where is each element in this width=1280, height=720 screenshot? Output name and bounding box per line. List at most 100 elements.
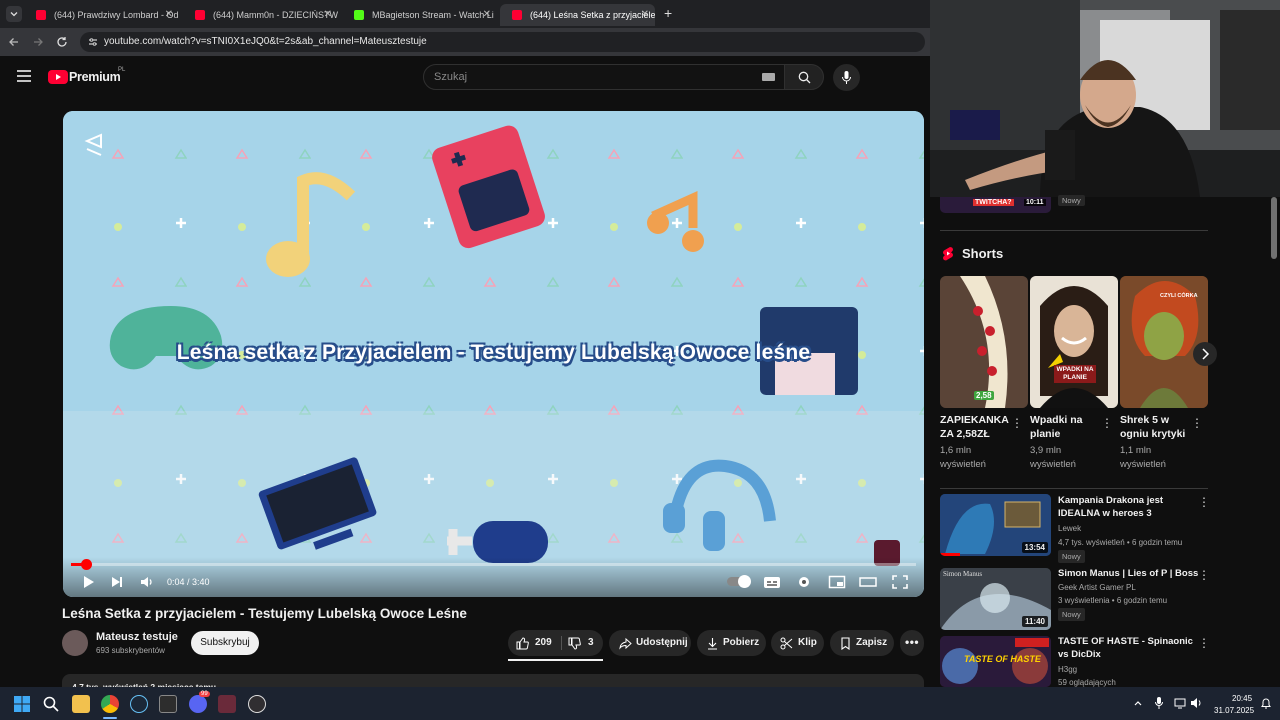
short-2-title[interactable]: Wpadki na planie: [1030, 413, 1102, 441]
download-button[interactable]: Pobierz: [697, 630, 766, 656]
browser-tab-2[interactable]: (644) Mamm0n - DZIECIŃSTWO ✕: [183, 4, 338, 26]
fullscreen-icon[interactable]: [891, 574, 909, 590]
volume-icon[interactable]: [138, 574, 156, 590]
share-button[interactable]: Udostępnij: [609, 630, 691, 656]
save-button[interactable]: Zapisz: [830, 630, 894, 656]
site-info-icon[interactable]: [88, 37, 98, 47]
voice-search-button[interactable]: [833, 64, 860, 91]
related-3-more-icon[interactable]: ⋮: [1198, 636, 1210, 650]
close-tab-icon[interactable]: ✕: [324, 4, 332, 26]
search-icon[interactable]: [42, 695, 60, 713]
discord-icon[interactable]: 99: [189, 691, 210, 713]
youtube-logo-icon: [48, 70, 68, 84]
related-thumb-1[interactable]: 13:54: [940, 494, 1051, 556]
autoplay-toggle[interactable]: [727, 575, 751, 588]
youtube-premium-logo[interactable]: Premium PL: [48, 67, 138, 86]
related-3-channel[interactable]: H3gg: [1058, 663, 1077, 676]
file-explorer-icon[interactable]: [72, 695, 90, 713]
short-1-views: 1,6 mln wyświetleń: [940, 445, 986, 470]
short-3-more-icon[interactable]: ⋮: [1191, 416, 1203, 430]
short-2-more-icon[interactable]: ⋮: [1101, 416, 1113, 430]
related-2-title[interactable]: Simon Manus | Lies of P | Boss: [1058, 567, 1204, 580]
close-tab-icon[interactable]: ✕: [641, 4, 649, 26]
notification-bell-icon[interactable]: [1260, 697, 1272, 709]
forward-arrow-icon[interactable]: [32, 36, 44, 48]
channel-avatar[interactable]: [62, 630, 88, 656]
theater-mode-icon[interactable]: [859, 574, 877, 590]
new-tab-button[interactable]: +: [664, 5, 672, 21]
short-thumbnail-2[interactable]: WPADKI NA PLANIE: [1030, 276, 1118, 408]
browser-tab-1[interactable]: (644) Prawdziwy Lombard - Od ✕: [24, 4, 179, 26]
microphone-icon[interactable]: [1155, 697, 1163, 709]
related-1-more-icon[interactable]: ⋮: [1198, 495, 1210, 509]
clip-button[interactable]: Klip: [771, 630, 824, 656]
like-dislike-group: 209 3: [508, 630, 603, 656]
short-1-more-icon[interactable]: ⋮: [1011, 416, 1023, 430]
reload-icon[interactable]: [56, 36, 68, 48]
xbox-app-icon[interactable]: [159, 695, 177, 713]
related-thumb-3[interactable]: TASTE OF HASTE: [940, 636, 1051, 687]
like-button[interactable]: 209: [508, 630, 560, 656]
browser-tab-3[interactable]: MBagietson Stream - Watch Li ✕: [342, 4, 497, 26]
short-1-title[interactable]: ZAPIEKANKA ZA 2,58ZŁ: [940, 413, 1012, 441]
search-input[interactable]: Szukaj: [423, 64, 785, 90]
keyboard-icon[interactable]: [762, 73, 775, 81]
obs-icon[interactable]: [248, 695, 266, 713]
chrome-icon[interactable]: [101, 695, 119, 713]
browser-tab-4[interactable]: (644) Leśna Setka z przyjacielem ✕: [500, 4, 655, 26]
clip-label: Klip: [798, 637, 817, 648]
back-arrow-icon[interactable]: [8, 36, 20, 48]
youtube-favicon-icon: [195, 10, 205, 20]
channel-name[interactable]: Mateusz testuje: [96, 631, 178, 643]
windows-start-icon[interactable]: [13, 695, 31, 713]
short-2-thumb-caption: WPADKI NA PLANIE: [1054, 365, 1096, 383]
url-field[interactable]: youtube.com/watch?v=sTNI0X1eJQ0&t=2s&ab_…: [80, 32, 925, 52]
close-tab-icon[interactable]: ✕: [483, 4, 491, 26]
tray-chevron-up-icon[interactable]: [1133, 698, 1143, 708]
more-actions-button[interactable]: •••: [900, 630, 924, 656]
save-label: Zapisz: [856, 637, 888, 648]
related-1-channel[interactable]: Lewek: [1058, 522, 1081, 535]
speaker-icon[interactable]: [1190, 697, 1202, 709]
microphone-icon: [842, 71, 851, 84]
subtitles-icon[interactable]: [763, 574, 781, 590]
page-scrollbar[interactable]: [1271, 197, 1277, 259]
menu-icon[interactable]: [17, 70, 31, 82]
progress-scrubber[interactable]: [81, 559, 93, 570]
video-player[interactable]: Leśna setka z Przyjacielem - Testujemy L…: [63, 111, 924, 597]
miniplayer-icon[interactable]: [828, 574, 846, 590]
short-thumbnail-1[interactable]: 2,58: [940, 276, 1028, 408]
tab-search-button[interactable]: [6, 6, 22, 22]
network-icon[interactable]: [1174, 697, 1186, 709]
browser-tab-strip: (644) Prawdziwy Lombard - Od ✕ (644) Mam…: [0, 0, 930, 28]
share-label: Udostępnij: [636, 637, 688, 648]
partial-video-thumb[interactable]: TWITCHA? 10:11: [940, 197, 1051, 213]
related-2-meta: 3 wyświetlenia • 6 godzin temu: [1058, 596, 1168, 605]
related-3-title[interactable]: TASTE OF HASTE - Spinaonic vs DicDix: [1058, 635, 1204, 661]
wpadki-thumb: [1030, 276, 1118, 408]
related-2-thumb-caption: Simon Manus: [943, 570, 983, 578]
clock-time[interactable]: 20:45: [1232, 694, 1252, 703]
steam-icon[interactable]: [130, 695, 148, 713]
related-1-duration: 13:54: [1021, 542, 1048, 553]
clock-date[interactable]: 31.07.2025: [1214, 706, 1254, 715]
progress-bar[interactable]: [71, 559, 916, 570]
related-thumb-2[interactable]: Simon Manus 11:40: [940, 568, 1051, 630]
settings-gear-icon[interactable]: [795, 574, 813, 590]
shorts-next-button[interactable]: [1193, 342, 1217, 366]
game-app-icon[interactable]: [218, 695, 236, 713]
dislike-button[interactable]: 3: [562, 630, 603, 656]
close-tab-icon[interactable]: ✕: [165, 4, 173, 26]
short-3-title[interactable]: Shrek 5 w ogniu krytyki: [1120, 413, 1192, 441]
youtube-favicon-icon: [36, 10, 46, 20]
subscribe-button[interactable]: Subskrybuj: [191, 631, 259, 655]
search-button[interactable]: [784, 64, 824, 90]
next-icon[interactable]: [108, 574, 126, 590]
related-2-more-icon[interactable]: ⋮: [1198, 568, 1210, 582]
play-icon[interactable]: [79, 574, 97, 590]
related-1-meta: 4,7 tys. wyświetleń • 6 godzin temu: [1058, 538, 1183, 547]
shorts-icon: [943, 247, 953, 261]
related-2-channel[interactable]: Geek Artist Gamer PL: [1058, 581, 1136, 594]
like-underline: [508, 659, 603, 661]
related-1-title[interactable]: Kampania Drakona jest IDEALNA w heroes 3: [1058, 494, 1204, 520]
